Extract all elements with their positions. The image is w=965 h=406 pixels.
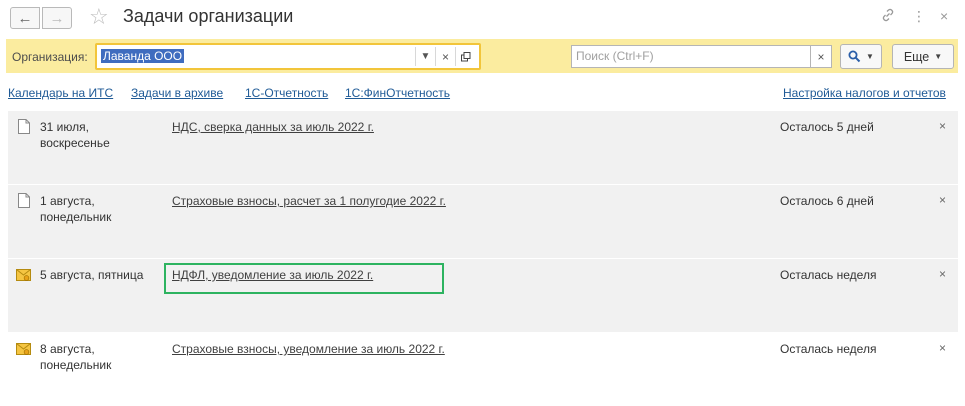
title-bar: ← → ☆ Задачи организации ⋮ ×: [0, 0, 965, 36]
task-remaining: Осталось 5 дней: [780, 120, 874, 134]
task-title-link[interactable]: Страховые взносы, расчет за 1 полугодие …: [172, 193, 446, 209]
highlight-frame: [164, 263, 444, 294]
task-date-line2: понедельник: [40, 358, 112, 372]
favorite-star-icon[interactable]: ☆: [89, 4, 109, 30]
task-date-line2: понедельник: [40, 210, 112, 224]
organization-input[interactable]: Лаванда ООО: [99, 47, 414, 66]
open-form-icon[interactable]: [455, 47, 475, 66]
task-title-link[interactable]: Страховые взносы, уведомление за июль 20…: [172, 341, 445, 357]
task-remaining: Осталась неделя: [780, 342, 877, 356]
link-calendar-its[interactable]: Календарь на ИТС: [8, 86, 113, 100]
arrow-left-icon: ←: [17, 9, 33, 27]
dropdown-arrow-icon[interactable]: ▼: [415, 47, 435, 66]
clear-icon[interactable]: ×: [435, 47, 455, 66]
search-button[interactable]: ▼: [840, 44, 882, 69]
close-icon[interactable]: ×: [939, 266, 946, 282]
envelope-icon: [16, 343, 31, 355]
organization-value: Лаванда ООО: [101, 49, 185, 63]
task-date: 8 августа, понедельник: [40, 341, 170, 373]
magnifier-icon: [848, 50, 861, 63]
task-date: 1 августа, понедельник: [40, 193, 170, 225]
task-row: 8 августа, понедельник Страховые взносы,…: [8, 333, 958, 406]
task-date-line1: 8 августа,: [40, 342, 95, 356]
links-bar: Календарь на ИТС Задачи в архиве 1С-Отче…: [0, 86, 965, 104]
more-vertical-icon[interactable]: ⋮: [912, 7, 926, 25]
task-date-line1: 31 июля,: [40, 120, 89, 134]
search-input[interactable]: Поиск (Ctrl+F): [571, 45, 811, 68]
link-archive-tasks[interactable]: Задачи в архиве: [131, 86, 223, 100]
link-1c-fin-reporting[interactable]: 1С:ФинОтчетность: [345, 86, 450, 100]
back-button[interactable]: ←: [10, 7, 40, 29]
task-date: 31 июля, воскресенье: [40, 119, 170, 151]
more-button[interactable]: Еще ▼: [892, 44, 954, 69]
task-date-line1: 1 августа,: [40, 194, 95, 208]
close-window-icon[interactable]: ×: [940, 7, 948, 25]
task-row: 5 августа, пятница НДФЛ, уведомление за …: [8, 259, 958, 332]
close-icon[interactable]: ×: [939, 192, 946, 208]
task-date-line2: воскресенье: [40, 136, 110, 150]
search-clear-icon[interactable]: ×: [811, 45, 832, 68]
link-1c-reporting[interactable]: 1С-Отчетность: [245, 86, 328, 100]
page-title: Задачи организации: [123, 6, 294, 26]
task-title-link[interactable]: НДС, сверка данных за июль 2022 г.: [172, 119, 374, 135]
arrow-right-icon: →: [49, 9, 65, 27]
organization-field[interactable]: Лаванда ООО ▼ ×: [95, 43, 481, 70]
more-button-label: Еще: [903, 49, 930, 64]
chevron-down-icon: ▼: [866, 52, 874, 61]
close-icon[interactable]: ×: [939, 118, 946, 134]
task-row: 1 августа, понедельник Страховые взносы,…: [8, 185, 958, 258]
filter-bar: Организация: Лаванда ООО ▼ × Поиск (Ctrl…: [6, 39, 958, 73]
close-icon[interactable]: ×: [939, 340, 946, 356]
envelope-icon: [16, 269, 31, 281]
forward-button[interactable]: →: [42, 7, 72, 29]
task-remaining: Осталась неделя: [780, 268, 877, 282]
organization-label: Организация:: [12, 50, 88, 64]
link-tax-settings[interactable]: Настройка налогов и отчетов: [783, 86, 946, 100]
document-icon: [18, 119, 30, 134]
link-icon[interactable]: [880, 7, 896, 27]
document-icon: [18, 193, 30, 208]
task-date-line1: 5 августа, пятница: [40, 268, 144, 282]
task-date: 5 августа, пятница: [40, 267, 170, 283]
task-remaining: Осталось 6 дней: [780, 194, 874, 208]
chevron-down-icon: ▼: [934, 52, 943, 61]
task-row: 31 июля, воскресенье НДС, сверка данных …: [8, 111, 958, 184]
